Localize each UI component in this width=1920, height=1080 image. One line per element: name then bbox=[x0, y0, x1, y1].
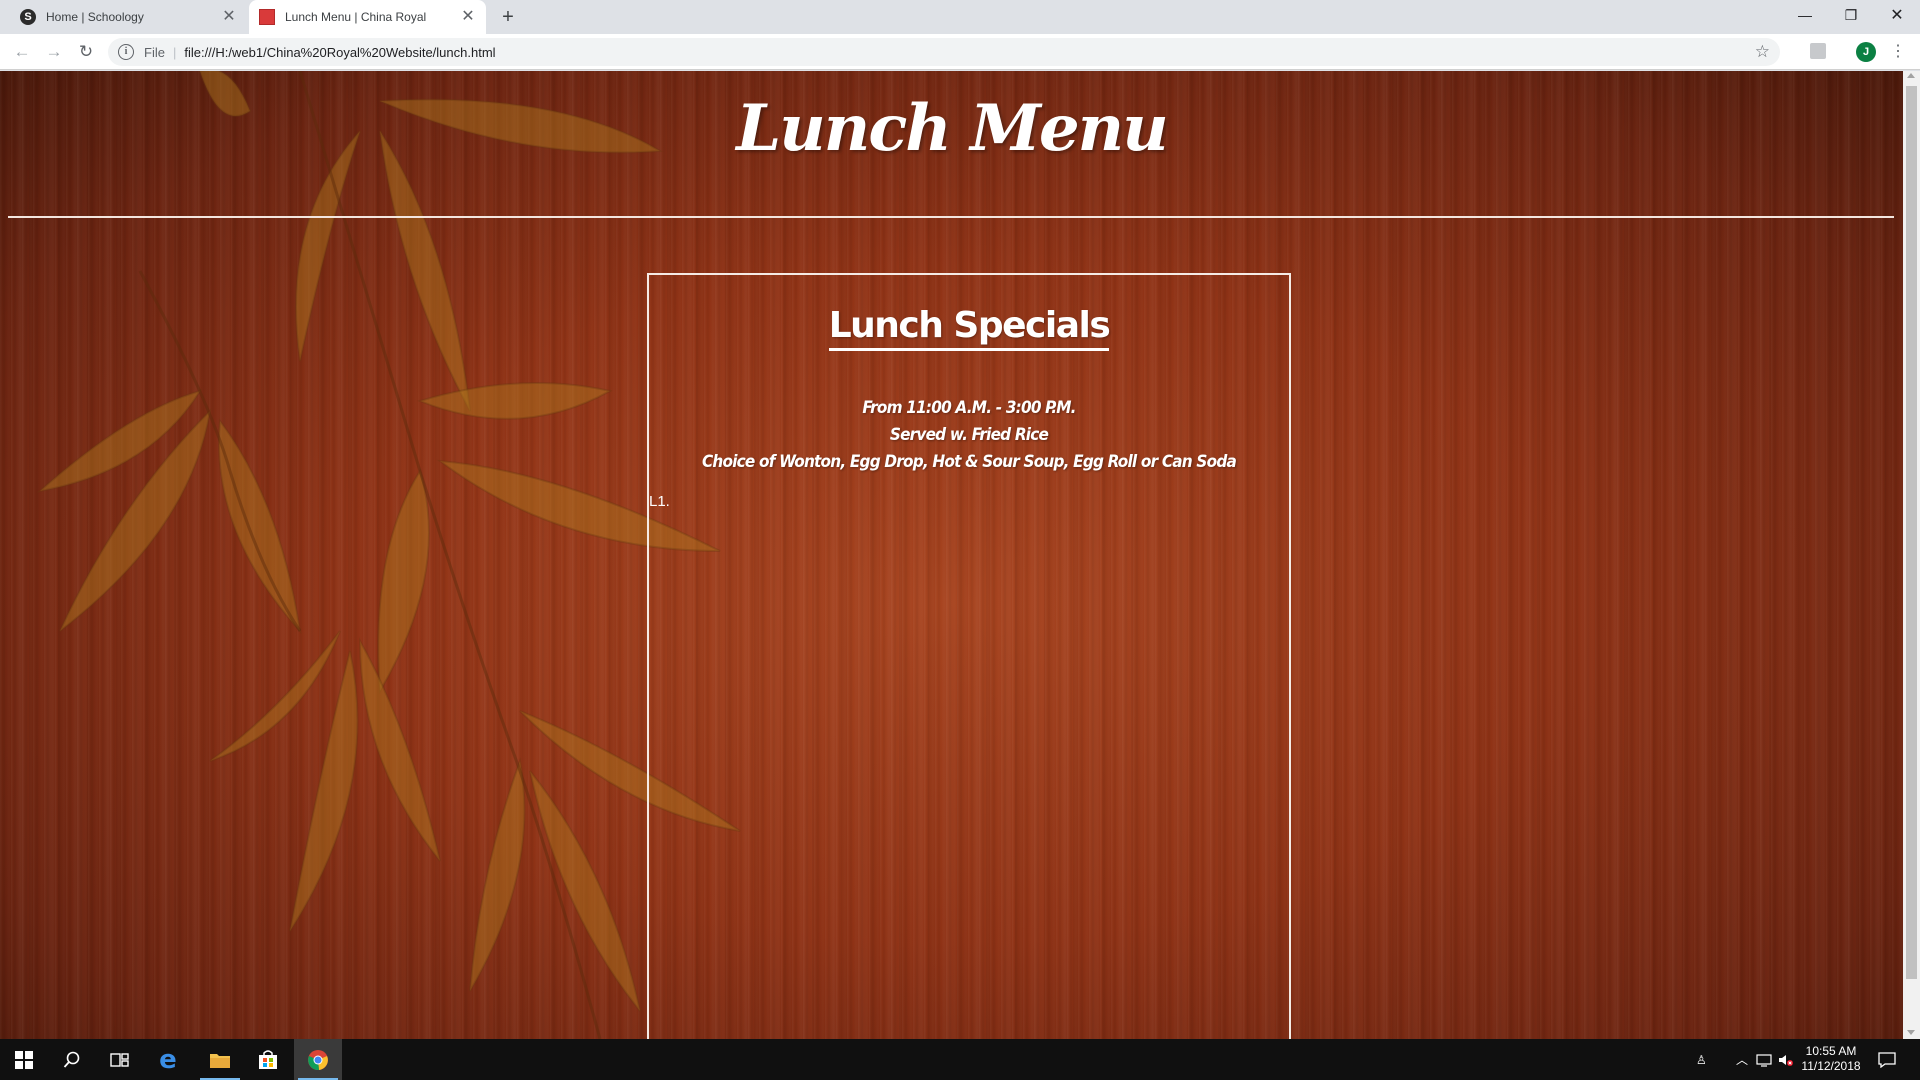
title-divider bbox=[8, 216, 1894, 218]
page-title: Lunch Menu bbox=[736, 91, 1168, 166]
close-icon[interactable]: ✕ bbox=[219, 7, 239, 27]
show-hidden-icons-chevron-icon[interactable]: ︿ bbox=[1736, 1039, 1748, 1080]
section-heading: Lunch Specials bbox=[828, 305, 1111, 351]
info-choice: Choice of Wonton, Egg Drop, Hot & Sour S… bbox=[702, 452, 1237, 472]
scroll-down-arrow-icon[interactable] bbox=[1907, 1030, 1915, 1035]
clock-time: 10:55 AM bbox=[1805, 1044, 1857, 1058]
tab-schoology[interactable]: S Home | Schoology ✕ bbox=[10, 0, 247, 34]
schoology-icon: S bbox=[20, 9, 36, 25]
extension-icon[interactable] bbox=[1810, 43, 1826, 59]
tab-lunch-menu[interactable]: Lunch Menu | China Royal ✕ bbox=[249, 0, 486, 34]
section-info: From 11:00 A.M. - 3:00 P.M. Served w. Fr… bbox=[649, 395, 1289, 476]
edge-browser-icon[interactable]: e bbox=[144, 1039, 192, 1080]
network-icon[interactable] bbox=[1756, 1039, 1772, 1080]
vertical-scrollbar[interactable] bbox=[1903, 71, 1920, 1039]
scheme-label: File bbox=[144, 44, 165, 60]
clock-date: 11/12/2018 bbox=[1801, 1059, 1861, 1073]
search-icon[interactable] bbox=[48, 1039, 96, 1080]
restore-button[interactable]: ❐ bbox=[1828, 0, 1874, 30]
scroll-up-arrow-icon[interactable] bbox=[1907, 73, 1915, 78]
menu-item-label: L1. bbox=[649, 493, 670, 510]
reload-button[interactable]: ↻ bbox=[74, 40, 98, 64]
windows-start-button[interactable] bbox=[0, 1039, 48, 1080]
taskbar: e ♙ ︿ 10:55 AM 11/12/2018 bbox=[0, 1039, 1920, 1080]
info-served-with: Served w. Fried Rice bbox=[889, 425, 1049, 445]
address-bar[interactable]: i File | file:///H:/web1/China%20Royal%2… bbox=[108, 38, 1780, 66]
page-viewport: Lunch Menu Lunch Specials From 11:00 A.M… bbox=[0, 71, 1903, 1039]
tab-title: Lunch Menu | China Royal bbox=[285, 10, 427, 24]
section-heading-wrapper: Lunch Specials bbox=[649, 305, 1289, 351]
taskbar-clock[interactable]: 10:55 AM 11/12/2018 bbox=[1796, 1044, 1866, 1074]
china-royal-icon bbox=[259, 9, 275, 25]
people-icon[interactable]: ♙ bbox=[1696, 1039, 1707, 1080]
minimize-button[interactable]: — bbox=[1782, 0, 1828, 30]
store-icon[interactable] bbox=[244, 1039, 292, 1080]
close-window-button[interactable]: ✕ bbox=[1874, 0, 1920, 30]
action-center-icon[interactable] bbox=[1878, 1039, 1896, 1080]
info-icon[interactable]: i bbox=[118, 44, 134, 60]
new-tab-button[interactable]: + bbox=[496, 6, 520, 30]
volume-muted-icon[interactable] bbox=[1778, 1039, 1794, 1080]
close-icon[interactable]: ✕ bbox=[458, 7, 478, 27]
browser-toolbar: ← → ↻ i File | file:///H:/web1/China%20R… bbox=[0, 34, 1920, 70]
menu-dots-icon[interactable]: ⋮ bbox=[1890, 40, 1906, 64]
lunch-specials-card: Lunch Specials From 11:00 A.M. - 3:00 P.… bbox=[647, 273, 1291, 1039]
forward-button[interactable]: → bbox=[42, 40, 66, 64]
windows-logo-icon bbox=[15, 1050, 33, 1069]
task-view-icon[interactable] bbox=[96, 1039, 144, 1080]
info-hours: From 11:00 A.M. - 3:00 P.M. bbox=[862, 398, 1076, 418]
scrollbar-thumb[interactable] bbox=[1906, 86, 1917, 979]
separator: | bbox=[172, 44, 177, 60]
bookmark-star-icon[interactable]: ☆ bbox=[1755, 42, 1770, 62]
tab-title: Home | Schoology bbox=[46, 10, 144, 24]
back-button[interactable]: ← bbox=[10, 40, 34, 64]
file-explorer-icon[interactable] bbox=[196, 1039, 244, 1080]
url-text[interactable]: file:///H:/web1/China%20Royal%20Website/… bbox=[184, 45, 495, 60]
tab-strip: S Home | Schoology ✕ Lunch Menu | China … bbox=[0, 0, 1920, 34]
profile-avatar[interactable]: J bbox=[1856, 42, 1876, 62]
chrome-icon[interactable] bbox=[294, 1039, 342, 1080]
